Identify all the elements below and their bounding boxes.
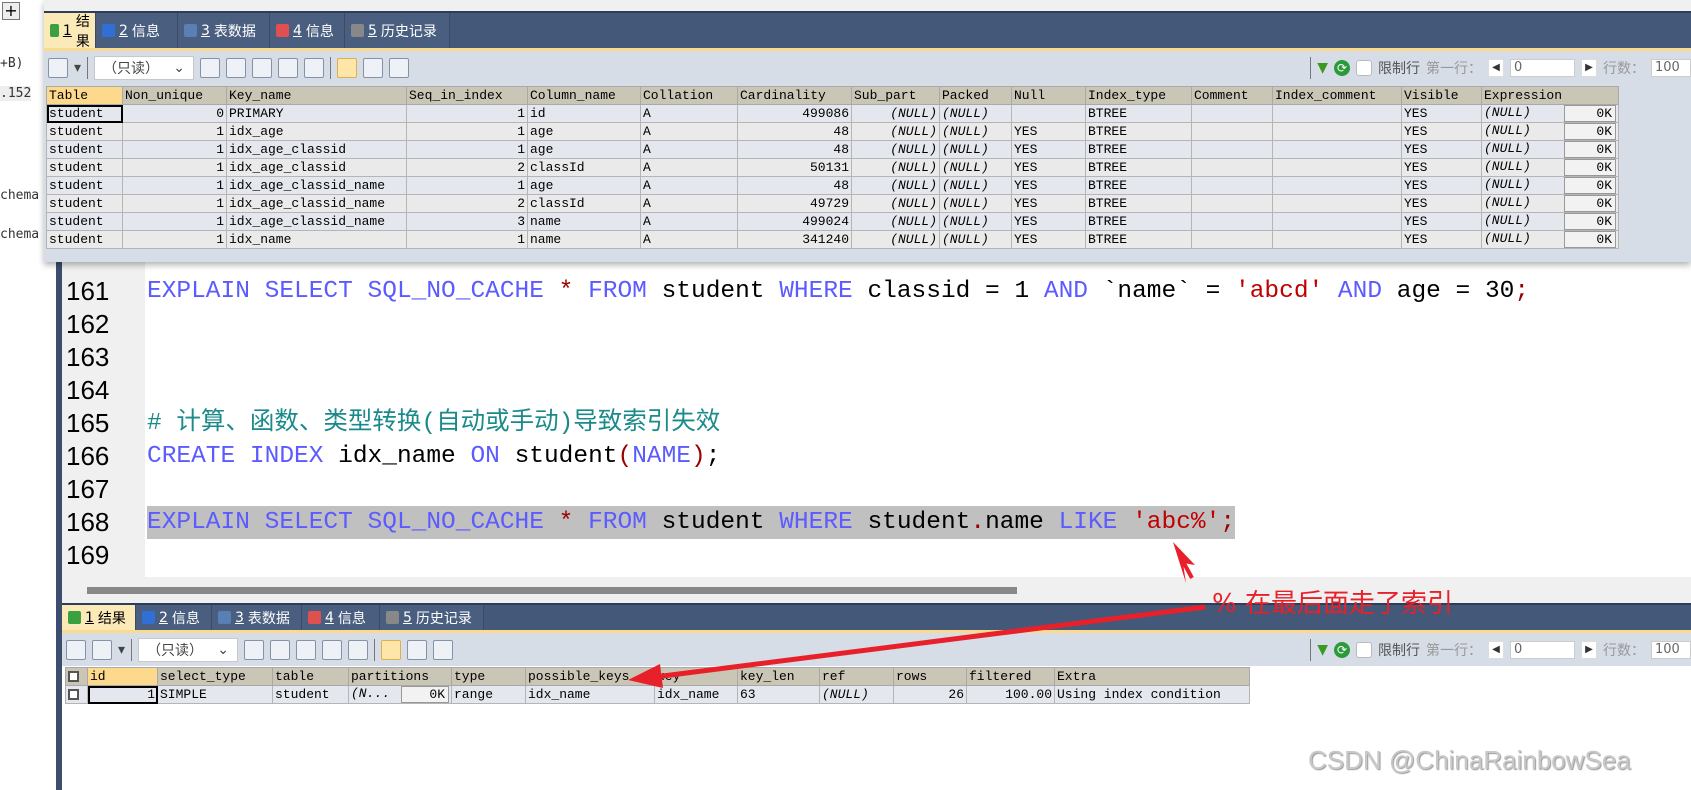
annotation-arrows	[628, 542, 1206, 688]
arrow-up-icon	[1173, 542, 1195, 583]
arrow-left-icon	[628, 604, 1206, 688]
watermark: CSDN @ChinaRainbowSea	[1308, 745, 1631, 775]
annotation-text: % 在最后面走了索引	[1212, 589, 1453, 619]
